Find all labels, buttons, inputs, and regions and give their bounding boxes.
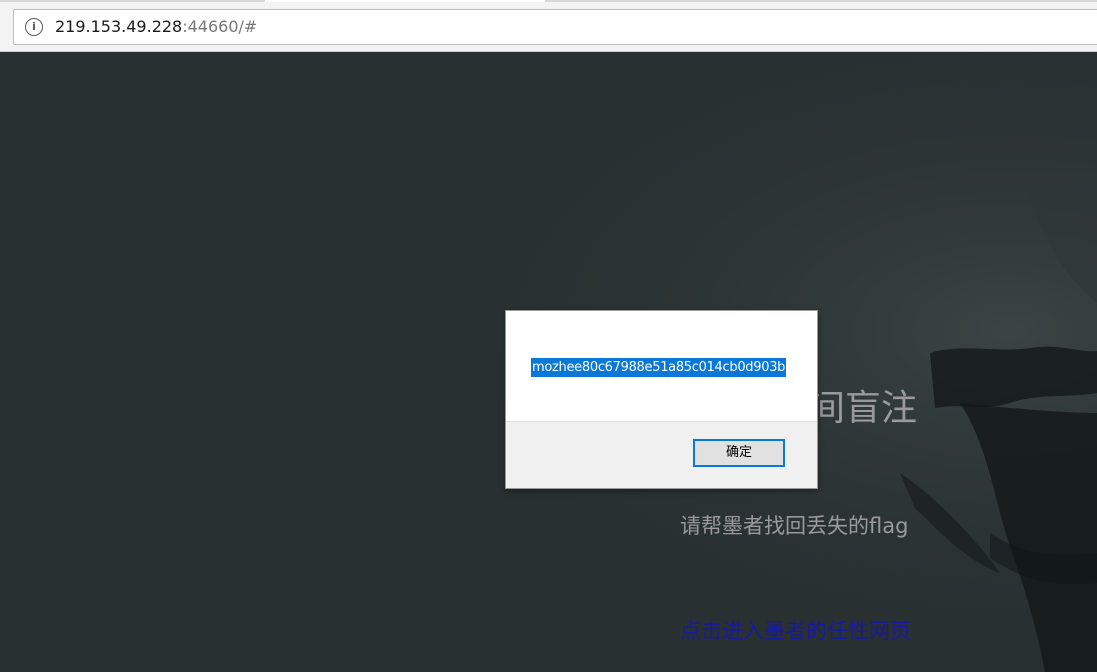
dialog-footer: 确定 — [506, 421, 817, 488]
enter-page-link[interactable]: 点击进入墨者的任性网页 — [680, 617, 911, 645]
page-heading: 间盲注 — [809, 388, 918, 429]
url-port-path: :44660/# — [182, 17, 258, 36]
browser-toolbar: i 219.153.49.228:44660/# — [0, 2, 1097, 52]
dialog-message[interactable]: mozhee80c67988e51a85c014cb0d903b — [531, 358, 787, 377]
url-host: 219.153.49.228 — [55, 17, 183, 36]
address-bar[interactable]: i 219.153.49.228:44660/# — [13, 9, 1097, 45]
ok-button[interactable]: 确定 — [693, 439, 785, 467]
url-text[interactable]: 219.153.49.228:44660/# — [55, 17, 257, 37]
info-icon[interactable]: i — [25, 18, 43, 36]
page-subtitle: 请帮墨者找回丢失的flag — [680, 514, 909, 538]
alert-dialog: mozhee80c67988e51a85c014cb0d903b 确定 — [505, 310, 818, 489]
dialog-body: mozhee80c67988e51a85c014cb0d903b — [506, 311, 817, 421]
